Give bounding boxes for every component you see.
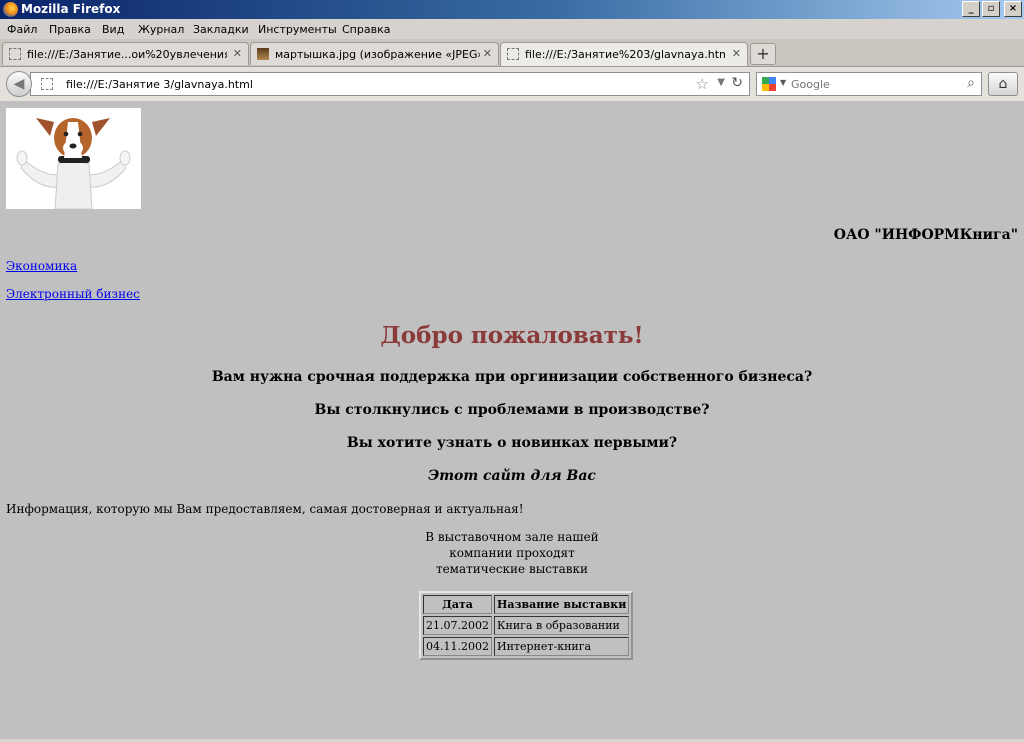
- dog-logo-image: [6, 108, 141, 210]
- menu-history[interactable]: Журнал: [138, 23, 184, 36]
- search-magnifier-icon[interactable]: ⌕: [967, 75, 975, 91]
- window-controls: _ ▫ ×: [962, 1, 1022, 17]
- home-button[interactable]: ⌂: [988, 72, 1018, 96]
- menu-tools[interactable]: Инструменты: [258, 23, 337, 36]
- page-icon: [9, 48, 21, 60]
- menu-bookmarks[interactable]: Закладки: [193, 23, 249, 36]
- page-icon: [507, 48, 519, 60]
- exhibition-line: В выставочном зале нашей: [425, 530, 599, 544]
- menu-view[interactable]: Вид: [102, 23, 124, 36]
- new-tab-button[interactable]: +: [750, 43, 776, 65]
- link-economics[interactable]: Экономика: [6, 259, 77, 273]
- menu-file[interactable]: Файл: [7, 23, 37, 36]
- maximize-button[interactable]: ▫: [982, 1, 1000, 17]
- dog-icon: [6, 108, 141, 210]
- cell-date: 04.11.2002: [423, 637, 492, 656]
- cell-date: 21.07.2002: [423, 616, 492, 635]
- table-row: 21.07.2002 Книга в образовании: [423, 616, 630, 635]
- welcome-heading: Добро пожаловать!: [380, 322, 644, 349]
- exhibition-text: В выставочном зале нашей компании проход…: [0, 529, 1024, 577]
- column-header-title: Название выставки: [493, 595, 630, 614]
- close-tab-icon[interactable]: ✕: [233, 47, 242, 60]
- navigation-bar: file:///E:/Занятие 3/glavnaya.html ☆ ▼ ↻…: [0, 67, 1024, 102]
- address-url[interactable]: file:///E:/Занятие 3/glavnaya.html: [66, 78, 253, 91]
- tab-label: file:///E:/Занятие%203/glavnaya.html: [525, 48, 725, 61]
- slogan: Этот сайт для Вас: [428, 468, 596, 484]
- cell-title: Книга в образовании: [493, 616, 630, 635]
- firefox-logo-icon: [3, 2, 18, 17]
- close-window-button[interactable]: ×: [1004, 1, 1022, 17]
- info-text: Информация, которую мы Вам предоставляем…: [6, 502, 524, 516]
- image-thumbnail-icon: [257, 48, 269, 60]
- question-support: Вам нужна срочная поддержка при оргиниза…: [211, 369, 813, 385]
- link-ebusiness[interactable]: Электронный бизнес: [6, 287, 140, 301]
- exhibitions-table: Дата Название выставки 21.07.2002 Книга …: [419, 591, 634, 660]
- table-header-row: Дата Название выставки: [423, 595, 630, 614]
- close-tab-icon[interactable]: ✕: [483, 47, 492, 60]
- search-engine-dropdown-icon[interactable]: ▼: [780, 78, 786, 87]
- company-name: ОАО "ИНФОРМКнига": [833, 227, 1018, 243]
- menu-help[interactable]: Справка: [342, 23, 390, 36]
- exhibition-line: тематические выставки: [435, 562, 589, 576]
- question-news: Вы хотите узнать о новинках первыми?: [346, 435, 678, 451]
- tab-monkey-image[interactable]: мартышка.jpg (изображение «JPEG», 6... ✕: [250, 42, 499, 65]
- tab-bar: file:///E:/Занятие...ои%20увлечения.htm …: [0, 39, 1024, 67]
- search-bar: ▼ ⌕: [756, 72, 982, 96]
- cell-title: Интернет-книга: [493, 637, 630, 656]
- tab-hobbies[interactable]: file:///E:/Занятие...ои%20увлечения.htm …: [2, 42, 249, 65]
- bookmark-star-icon[interactable]: ☆: [696, 75, 709, 93]
- tab-label: file:///E:/Занятие...ои%20увлечения.htm: [27, 48, 227, 61]
- history-dropdown-icon[interactable]: ▼: [717, 77, 725, 88]
- address-bar[interactable]: file:///E:/Занятие 3/glavnaya.html ☆ ▼ ↻: [30, 72, 750, 96]
- window-title: Mozilla Firefox: [21, 2, 121, 16]
- back-button[interactable]: ◀: [6, 71, 32, 97]
- minimize-button[interactable]: _: [962, 1, 980, 17]
- exhibition-line: компании проходят: [449, 546, 575, 560]
- menu-bar: Файл Правка Вид Журнал Закладки Инструме…: [0, 19, 1024, 39]
- search-input[interactable]: [791, 76, 951, 92]
- table-row: 04.11.2002 Интернет-книга: [423, 637, 630, 656]
- title-bar: Mozilla Firefox _ ▫ ×: [0, 0, 1024, 19]
- menu-edit[interactable]: Правка: [49, 23, 91, 36]
- site-identity-icon[interactable]: [41, 78, 53, 90]
- close-tab-icon[interactable]: ✕: [732, 47, 741, 60]
- tab-glavnaya[interactable]: file:///E:/Занятие%203/glavnaya.html ✕: [500, 42, 748, 66]
- google-icon[interactable]: [762, 77, 776, 91]
- reload-icon[interactable]: ↻: [731, 75, 743, 91]
- question-production: Вы столкнулись с проблемами в производст…: [314, 402, 710, 418]
- tab-label: мартышка.jpg (изображение «JPEG», 6...: [275, 48, 480, 61]
- page-content: ОАО "ИНФОРМКнига" Экономика Электронный …: [0, 101, 1024, 742]
- column-header-date: Дата: [423, 595, 492, 614]
